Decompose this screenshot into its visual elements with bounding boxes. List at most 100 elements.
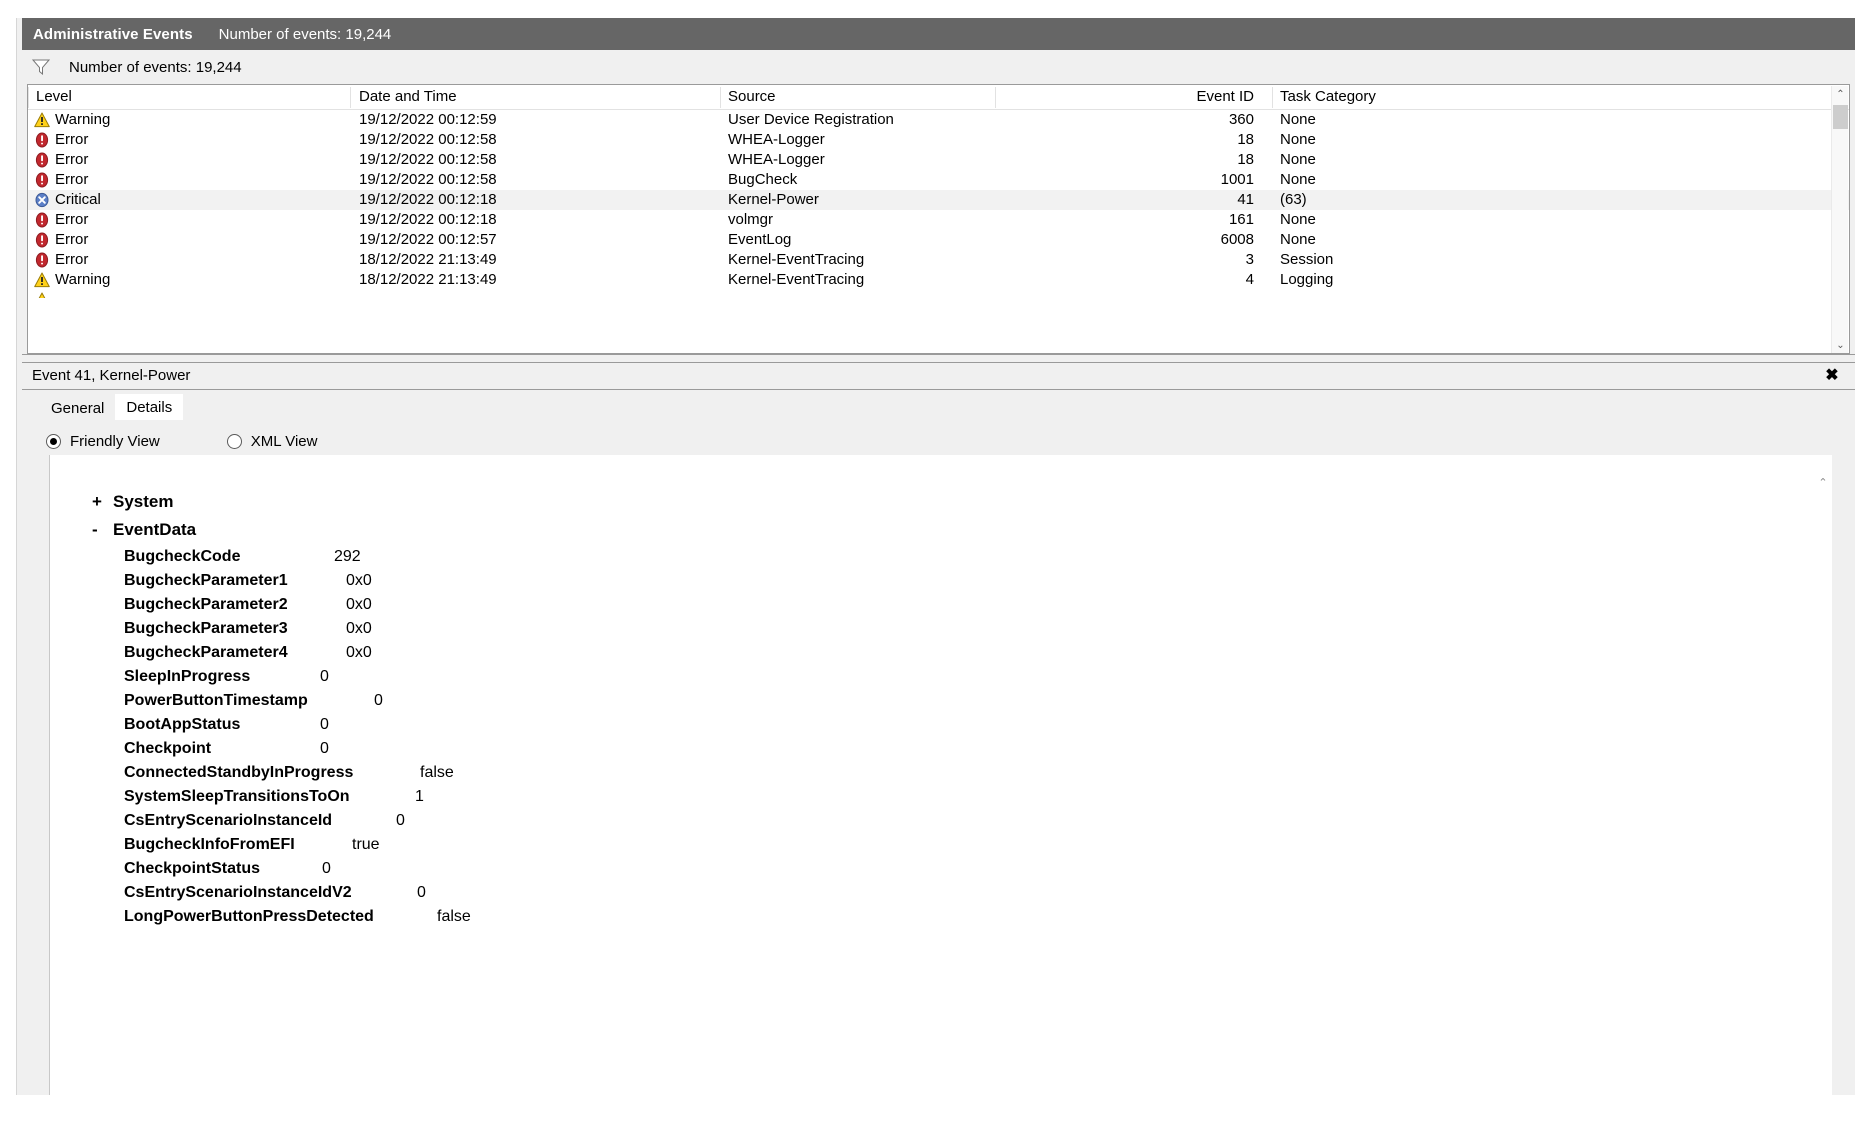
- radio-label-xml: XML View: [250, 432, 318, 450]
- key-label: CsEntryScenarioInstanceIdV2: [124, 884, 352, 901]
- cell-source: User Device Registration: [728, 111, 894, 128]
- scroll-down-icon[interactable]: ⌄: [1832, 337, 1849, 353]
- list-item: BugcheckCode 292: [76, 548, 1808, 572]
- cell-event-id: 3: [1245, 251, 1254, 268]
- cell-task-category: Session: [1280, 251, 1334, 268]
- radio-xml-view[interactable]: XML View: [226, 432, 318, 450]
- scrollbar-thumb[interactable]: [1833, 105, 1848, 129]
- table-row[interactable]: Error 19/12/2022 00:12:18 volmgr 161 Non…: [28, 210, 1849, 230]
- event-detail-pane: Event 41, Kernel-Power ✖ General Details…: [22, 362, 1855, 1130]
- table-row[interactable]: Error 19/12/2022 00:12:58 WHEA-Logger 18…: [28, 150, 1849, 170]
- list-item: Checkpoint 0: [76, 740, 1808, 764]
- bottom-strip: [16, 1095, 1855, 1130]
- table-row[interactable]: Warning 19/12/2022 00:12:59 User Device …: [28, 110, 1849, 130]
- tab-details[interactable]: Details: [115, 394, 184, 420]
- list-item: SleepInProgress 0: [76, 668, 1808, 692]
- key-label: LongPowerButtonPressDetected: [124, 908, 374, 925]
- value-text: 0: [417, 884, 426, 901]
- column-header-date-time[interactable]: Date and Time: [359, 88, 457, 105]
- event-list-header: Level Date and Time Source Event ID Task…: [28, 85, 1849, 110]
- cell-task-category: Logging: [1280, 271, 1334, 288]
- radio-button-xml-icon[interactable]: [226, 433, 242, 449]
- cell-event-id: 18: [1237, 131, 1254, 148]
- tree-node-system[interactable]: + System: [76, 492, 1808, 516]
- details-tree: + System - EventData BugcheckCode 292 Bug…: [76, 455, 1808, 1095]
- event-data-rows: BugcheckCode 292 BugcheckParameter1 0x0 Bu…: [76, 548, 1808, 932]
- critical-icon: [35, 192, 49, 208]
- table-row[interactable]: Error 19/12/2022 00:12:57 EventLog 6008 …: [28, 230, 1849, 250]
- table-row[interactable]: Error 19/12/2022 00:12:58 BugCheck 1001 …: [28, 170, 1849, 190]
- error-icon: [35, 132, 49, 148]
- value-text: 0x0: [346, 572, 372, 589]
- table-row-partial[interactable]: [28, 290, 1849, 298]
- table-row[interactable]: Error 19/12/2022 00:12:58 WHEA-Logger 18…: [28, 130, 1849, 150]
- collapse-minus-icon[interactable]: -: [92, 520, 104, 540]
- list-item: SystemSleepTransitionsToOn 1: [76, 788, 1808, 812]
- list-item: BugcheckParameter1 0x0: [76, 572, 1808, 596]
- cell-event-id: 360: [1228, 111, 1254, 128]
- scroll-up-icon[interactable]: ⌃: [1815, 474, 1831, 490]
- key-label: ConnectedStandbyInProgress: [124, 764, 354, 781]
- value-text: 1: [415, 788, 424, 805]
- event-listbox[interactable]: Level Date and Time Source Event ID Task…: [27, 84, 1850, 354]
- list-item: CheckpointStatus 0: [76, 860, 1808, 884]
- administrative-events-panel: Administrative Events Number of events: …: [22, 18, 1855, 1130]
- event-details-content[interactable]: + System - EventData BugcheckCode 292 Bug…: [49, 455, 1832, 1095]
- error-icon: [35, 152, 49, 168]
- funnel-icon: [32, 59, 50, 75]
- cell-level: Warning: [55, 271, 111, 288]
- column-header-task-category[interactable]: Task Category: [1280, 88, 1376, 105]
- key-label: CsEntryScenarioInstanceId: [124, 812, 333, 829]
- cell-level: Warning: [55, 111, 111, 128]
- list-item: BugcheckInfoFromEFI true: [76, 836, 1808, 860]
- cell-datetime: 19/12/2022 00:12:18: [359, 211, 497, 228]
- column-header-event-id[interactable]: Event ID: [1128, 88, 1254, 105]
- cell-level: Error: [55, 131, 89, 148]
- cell-event-id: 161: [1228, 211, 1254, 228]
- table-row[interactable]: Warning 18/12/2022 21:13:49 Kernel-Event…: [28, 270, 1849, 290]
- panel-header: Administrative Events Number of events: …: [22, 18, 1855, 50]
- warning-icon: [34, 112, 50, 128]
- tree-node-label: System: [113, 492, 174, 511]
- value-text: 0: [320, 740, 329, 757]
- cell-event-id: 4: [1245, 271, 1254, 288]
- list-item: LongPowerButtonPressDetected false: [76, 908, 1808, 932]
- event-list-scrollbar[interactable]: ⌃ ⌄: [1831, 86, 1849, 353]
- cell-source: WHEA-Logger: [728, 131, 825, 148]
- close-icon[interactable]: ✖: [1822, 365, 1842, 385]
- table-row-selected[interactable]: Critical 19/12/2022 00:12:18 Kernel-Powe…: [28, 190, 1849, 210]
- cell-task-category: None: [1280, 131, 1316, 148]
- key-label: BugcheckParameter3: [124, 620, 288, 637]
- cell-level: Error: [55, 211, 89, 228]
- cell-level: Critical: [55, 191, 101, 208]
- cell-event-id: 6008: [1220, 231, 1254, 248]
- cell-source: EventLog: [728, 231, 792, 248]
- key-label: Checkpoint: [124, 740, 212, 757]
- cell-task-category: (63): [1280, 191, 1307, 208]
- cell-datetime: 19/12/2022 00:12:59: [359, 111, 497, 128]
- key-label: BugcheckInfoFromEFI: [124, 836, 295, 853]
- value-text: 0x0: [346, 596, 372, 613]
- column-header-source[interactable]: Source: [728, 88, 776, 105]
- filter-summary-row[interactable]: Number of events: 19,244: [22, 50, 1855, 84]
- table-row[interactable]: Error 18/12/2022 21:13:49 Kernel-EventTr…: [28, 250, 1849, 270]
- cell-datetime: 19/12/2022 00:12:18: [359, 191, 497, 208]
- detail-tabs: General Details: [40, 394, 184, 420]
- value-text: 292: [334, 548, 361, 565]
- cell-datetime: 19/12/2022 00:12:58: [359, 151, 497, 168]
- cell-task-category: None: [1280, 231, 1316, 248]
- key-label: CheckpointStatus: [124, 860, 261, 877]
- key-label: BugcheckCode: [124, 548, 241, 565]
- column-header-level[interactable]: Level: [36, 88, 72, 105]
- list-item: BugcheckParameter4 0x0: [76, 644, 1808, 668]
- details-scrollbar[interactable]: ⌃: [1815, 456, 1831, 1092]
- cell-task-category: None: [1280, 111, 1316, 128]
- radio-button-friendly-icon[interactable]: [46, 433, 61, 449]
- expand-plus-icon[interactable]: +: [92, 492, 104, 512]
- scroll-up-icon[interactable]: ⌃: [1832, 86, 1849, 103]
- cell-task-category: None: [1280, 211, 1316, 228]
- tree-node-eventdata[interactable]: - EventData: [76, 520, 1808, 544]
- radio-friendly-view[interactable]: Friendly View: [46, 433, 160, 450]
- cell-event-id: 1001: [1220, 171, 1254, 188]
- tab-general[interactable]: General: [40, 396, 115, 420]
